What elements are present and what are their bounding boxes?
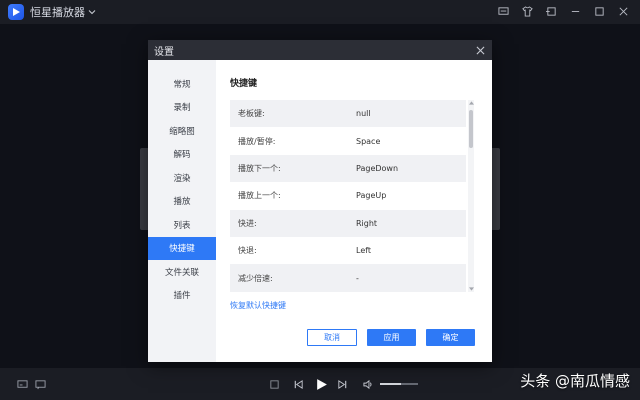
nav-item-file-association[interactable]: 文件关联 <box>148 260 216 284</box>
shortcut-row[interactable]: 快退: Left <box>230 236 466 265</box>
next-icon[interactable] <box>336 378 348 390</box>
nav-item-decode[interactable]: 解码 <box>148 143 216 167</box>
settings-nav: 常规 录制 缩略图 解码 渲染 播放 列表 快捷键 文件关联 插件 <box>148 60 216 362</box>
shortcut-row[interactable]: 播放/暂停: Space <box>230 127 466 155</box>
ok-button[interactable]: 确定 <box>426 329 475 346</box>
nav-item-shortcuts[interactable]: 快捷键 <box>148 236 216 260</box>
stop-icon[interactable] <box>268 378 280 390</box>
chevron-down-icon[interactable] <box>88 8 96 16</box>
dialog-close-icon[interactable] <box>474 44 486 56</box>
subtitle-icon[interactable] <box>16 378 28 390</box>
scroll-down-icon[interactable] <box>468 286 474 292</box>
scroll-thumb[interactable] <box>469 110 473 148</box>
maximize-icon[interactable] <box>592 4 606 18</box>
volume-slider[interactable] <box>380 383 418 385</box>
app-logo-icon <box>8 4 24 20</box>
shortcut-row[interactable]: 老板键: null <box>230 100 466 128</box>
minimize-icon[interactable] <box>568 4 582 18</box>
restore-default-shortcuts-link[interactable]: 恢复默认快捷键 <box>230 300 286 311</box>
shortcut-scrollbar[interactable] <box>468 100 474 292</box>
shortcut-key[interactable]: PageUp <box>356 191 386 200</box>
title-bar: 恒星播放器 <box>0 0 640 24</box>
settings-dialog: 设置 常规 录制 缩略图 解码 渲染 播放 列表 快捷键 文件关联 插件 快捷键… <box>148 40 492 362</box>
watermark: 头条 @南瓜情感 <box>520 372 630 390</box>
nav-item-general[interactable]: 常规 <box>148 72 216 96</box>
shortcut-name: 播放下一个: <box>238 163 281 173</box>
shortcut-name: 快进: <box>238 218 257 228</box>
shortcut-key[interactable]: Space <box>356 137 380 146</box>
nav-item-render[interactable]: 渲染 <box>148 166 216 190</box>
cancel-button[interactable]: 取消 <box>307 329 357 346</box>
shortcut-key[interactable]: PageDown <box>356 164 398 173</box>
shortcut-name: 播放上一个: <box>238 191 281 201</box>
app-title[interactable]: 恒星播放器 <box>30 4 85 20</box>
apply-button[interactable]: 应用 <box>367 329 416 346</box>
shortcut-key[interactable]: null <box>356 109 371 118</box>
shortcut-key[interactable]: - <box>356 274 359 283</box>
shortcut-key[interactable]: Left <box>356 246 371 255</box>
shortcut-row[interactable]: 快进: Right <box>230 209 466 237</box>
settings-content: 快捷键 老板键: null 播放/暂停: Space 播放下一个: PageDo… <box>216 60 492 362</box>
shortcut-name: 播放/暂停: <box>238 136 276 146</box>
shortcut-key[interactable]: Right <box>356 219 377 228</box>
danmaku-icon[interactable] <box>34 378 46 390</box>
pin-icon[interactable] <box>544 4 558 18</box>
close-icon[interactable] <box>616 4 630 18</box>
section-title: 快捷键 <box>230 79 258 89</box>
nav-item-playlist[interactable]: 列表 <box>148 213 216 237</box>
nav-item-playback[interactable]: 播放 <box>148 190 216 214</box>
shortcut-name: 快退: <box>238 246 257 256</box>
nav-item-record[interactable]: 录制 <box>148 96 216 120</box>
shortcut-row[interactable]: 播放上一个: PageUp <box>230 182 466 210</box>
volume-icon[interactable] <box>362 378 374 390</box>
shortcut-name: 减少倍速: <box>238 273 273 283</box>
nav-item-thumbnail[interactable]: 缩略图 <box>148 119 216 143</box>
scroll-up-icon[interactable] <box>468 100 474 106</box>
shortcut-name: 老板键: <box>238 109 265 119</box>
play-icon[interactable] <box>314 377 328 391</box>
previous-icon[interactable] <box>292 378 304 390</box>
shortcut-row[interactable]: 播放下一个: PageDown <box>230 154 466 183</box>
chat-icon[interactable] <box>496 4 510 18</box>
shortcut-row[interactable]: 减少倍速: - <box>230 264 466 292</box>
shortcut-table: 老板键: null 播放/暂停: Space 播放下一个: PageDown 播… <box>230 100 466 292</box>
nav-item-plugins[interactable]: 插件 <box>148 284 216 308</box>
dialog-title: 设置 <box>154 46 174 58</box>
volume-slider-fill <box>380 383 401 385</box>
skin-shirt-icon[interactable] <box>520 4 534 18</box>
dialog-header[interactable]: 设置 <box>148 40 492 60</box>
